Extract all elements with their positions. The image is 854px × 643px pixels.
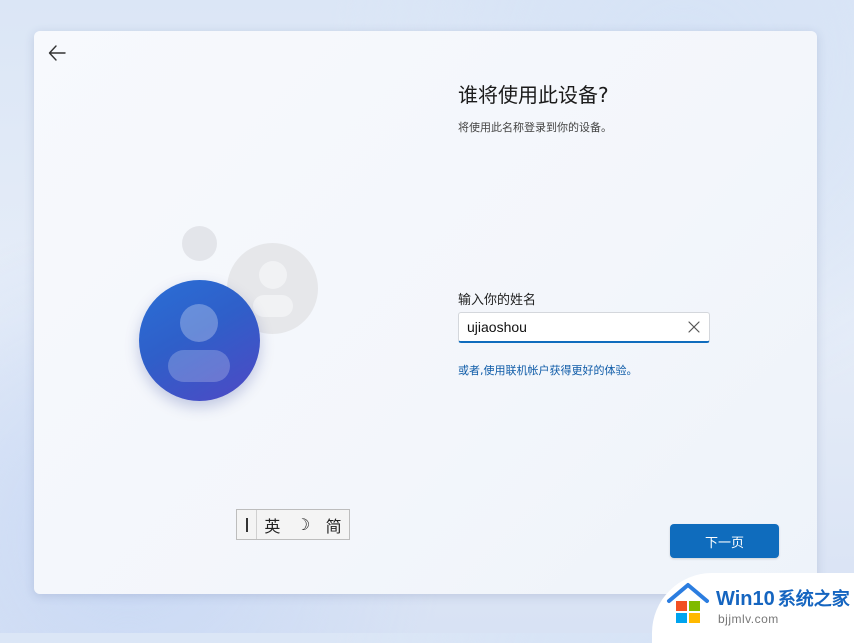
setup-window: 谁将使用此设备? 将使用此名称登录到你的设备。 输入你的姓名 或者,使用联机帐户… <box>34 31 817 594</box>
name-field-label: 输入你的姓名 <box>458 293 537 308</box>
next-button[interactable]: 下一页 <box>670 524 779 558</box>
ime-drag-handle[interactable] <box>237 510 257 539</box>
ime-toolbar: 英 ☽ 简 <box>236 509 350 540</box>
name-field <box>458 312 710 343</box>
watermark-brand: Win10 系统之家 <box>716 588 850 610</box>
ime-script-toggle[interactable]: 简 <box>318 510 349 539</box>
moon-icon[interactable]: ☽ <box>288 510 319 539</box>
ime-mode-toggle[interactable]: 英 <box>257 510 288 539</box>
blue-person-icon <box>139 280 260 401</box>
user-avatar-illustration <box>134 221 334 411</box>
back-button[interactable] <box>44 41 70 65</box>
page-title: 谁将使用此设备? <box>458 83 609 107</box>
arrow-left-icon <box>48 45 66 61</box>
clear-input-button[interactable] <box>685 318 703 336</box>
watermark-url: bjjmlv.com <box>718 612 779 626</box>
decorative-dot <box>182 226 217 261</box>
close-icon <box>688 321 700 333</box>
house-windows-logo-icon <box>667 583 709 623</box>
name-input[interactable] <box>467 317 677 337</box>
online-account-link[interactable]: 或者,使用联机帐户获得更好的体验。 <box>458 362 638 378</box>
page-subtitle: 将使用此名称登录到你的设备。 <box>458 121 612 134</box>
